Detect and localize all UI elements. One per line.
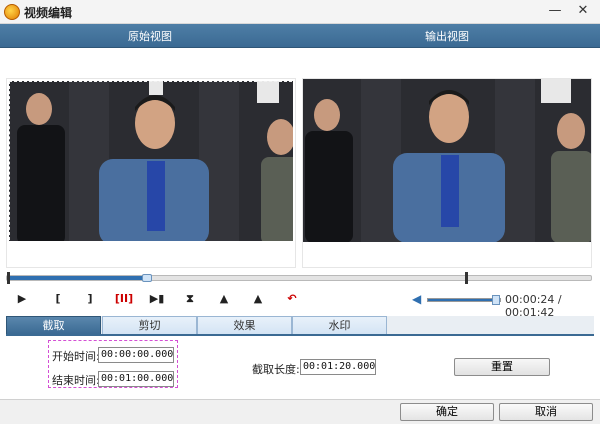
- crop-frame[interactable]: [9, 81, 293, 241]
- start-time-label: 开始时间:: [52, 350, 100, 363]
- playback-controls: ▶ [ ] [II] ▶▮ ⧗ ▲ ▲ ↶ ◀ 00:00:24 / 00:01…: [0, 288, 600, 319]
- dialog-footer: 确定 取消: [0, 399, 600, 424]
- volume-slider[interactable]: [427, 295, 501, 305]
- volume-handle[interactable]: [492, 295, 500, 305]
- app-logo-icon: [4, 4, 20, 20]
- trim-length-field[interactable]: 00:01:20.000: [300, 359, 376, 375]
- volume-level: [428, 299, 500, 301]
- tab-cut[interactable]: 剪切: [102, 316, 197, 334]
- output-video-frame: [303, 79, 591, 242]
- original-video-frame: [9, 81, 293, 241]
- rotate-left-icon[interactable]: ▲: [214, 291, 234, 307]
- cancel-button[interactable]: 取消: [499, 403, 593, 421]
- play-button[interactable]: ▶: [12, 291, 32, 307]
- window-title: 视频编辑: [24, 6, 73, 20]
- title-bar: 视频编辑 — ✕: [0, 0, 600, 24]
- ok-button[interactable]: 确定: [400, 403, 494, 421]
- trim-length-label: 截取长度:: [252, 363, 300, 376]
- next-frame-button[interactable]: ▶▮: [146, 291, 168, 307]
- rotate-right-icon[interactable]: ▲: [248, 291, 268, 307]
- timeline-progress: [7, 276, 148, 280]
- volume-icon[interactable]: ◀: [412, 292, 421, 306]
- original-view-label: 原始视图: [128, 30, 172, 43]
- timeline-slider[interactable]: [6, 272, 592, 284]
- mark-out-button[interactable]: ]: [80, 291, 100, 307]
- output-view-pane: [302, 78, 592, 268]
- original-view-pane: [6, 78, 296, 268]
- clip-button[interactable]: [II]: [112, 291, 136, 307]
- tab-effects[interactable]: 效果: [197, 316, 292, 334]
- end-time-field[interactable]: 00:01:00.000: [98, 371, 174, 387]
- mark-in-button[interactable]: [: [48, 291, 68, 307]
- output-view-label: 输出视图: [425, 30, 469, 43]
- out-point-marker[interactable]: [465, 272, 468, 284]
- tab-watermark[interactable]: 水印: [292, 316, 387, 334]
- end-time-label: 结束时间:: [52, 374, 100, 387]
- start-time-field[interactable]: 00:00:00.000: [98, 347, 174, 363]
- close-button[interactable]: ✕: [573, 2, 593, 20]
- in-point-marker[interactable]: [7, 272, 10, 284]
- video-frame-image: [303, 79, 591, 242]
- minimize-button[interactable]: —: [545, 2, 565, 20]
- reset-button[interactable]: 重置: [454, 358, 550, 376]
- trim-panel: 开始时间: 00:00:00.000 结束时间: 00:01:00.000 截取…: [6, 336, 594, 396]
- preview-header: 原始视图 输出视图: [0, 24, 600, 48]
- tab-trim[interactable]: 截取: [6, 316, 101, 334]
- edit-tabs: 截取 剪切 效果 水印: [6, 316, 594, 336]
- preview-area: [0, 48, 600, 268]
- playhead-handle[interactable]: [142, 274, 153, 282]
- hourglass-icon[interactable]: ⧗: [180, 291, 200, 307]
- undo-icon[interactable]: ↶: [282, 291, 302, 307]
